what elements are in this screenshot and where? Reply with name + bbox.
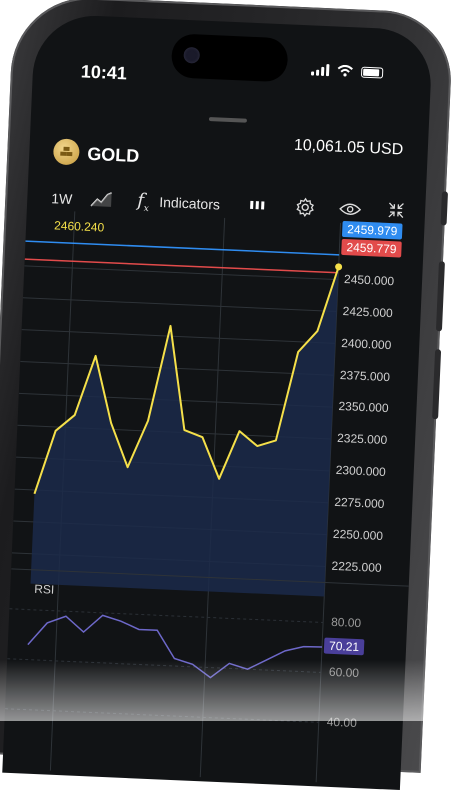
red-price-tag: 2459.779 — [341, 239, 402, 258]
candles-icon[interactable] — [249, 199, 266, 212]
price-point — [335, 263, 342, 270]
collapse-icon[interactable] — [387, 201, 406, 220]
blue-price-tag: 2459.979 — [342, 221, 403, 240]
price-tick-label: 2400.000 — [341, 336, 392, 352]
side-button-volume-up — [436, 261, 445, 331]
side-button-volume-down — [432, 349, 441, 419]
rsi-title: RSI — [34, 582, 55, 597]
price-tick-label: 2275.000 — [334, 495, 385, 511]
dynamic-island — [171, 33, 289, 82]
signal-icon — [311, 63, 330, 76]
sheet-grabber[interactable] — [209, 117, 247, 123]
area-chart-icon[interactable] — [89, 188, 114, 209]
price-tick-label: 2325.000 — [337, 431, 388, 447]
price-tick-label: 2350.000 — [338, 399, 389, 415]
function-icon[interactable]: fx — [137, 190, 150, 214]
status-time: 10:41 — [80, 61, 127, 84]
status-icons — [311, 63, 383, 78]
price-tick-label: 2225.000 — [331, 559, 382, 575]
rsi-current-tag: 70.21 — [324, 638, 365, 656]
price-tick-label: 2375.000 — [340, 367, 391, 383]
account-balance: 10,061.05 USD — [293, 137, 403, 160]
price-tick-label: 2425.000 — [342, 304, 393, 320]
phone-frame: 10:41 GOLD 10,061.05 USD 1W — [0, 0, 454, 773]
price-tick-label: 2450.000 — [344, 272, 395, 288]
battery-icon — [361, 66, 383, 78]
camera-icon — [183, 47, 200, 64]
timeframe-button[interactable]: 1W — [51, 190, 73, 207]
price-tick-label: 2300.000 — [335, 463, 386, 479]
indicators-button[interactable]: Indicators — [159, 194, 220, 213]
side-button-action — [441, 191, 448, 225]
wifi-icon — [337, 65, 354, 78]
gold-bars-icon — [53, 138, 80, 165]
price-tick-label: 2250.000 — [333, 527, 384, 543]
chart-left-price-label: 2460.240 — [54, 218, 105, 234]
bottom-fade — [0, 660, 465, 721]
rsi-tick-label: 80.00 — [331, 615, 362, 630]
gear-icon[interactable] — [295, 197, 316, 218]
asset-name[interactable]: GOLD — [87, 144, 140, 167]
eye-icon[interactable] — [339, 201, 362, 218]
